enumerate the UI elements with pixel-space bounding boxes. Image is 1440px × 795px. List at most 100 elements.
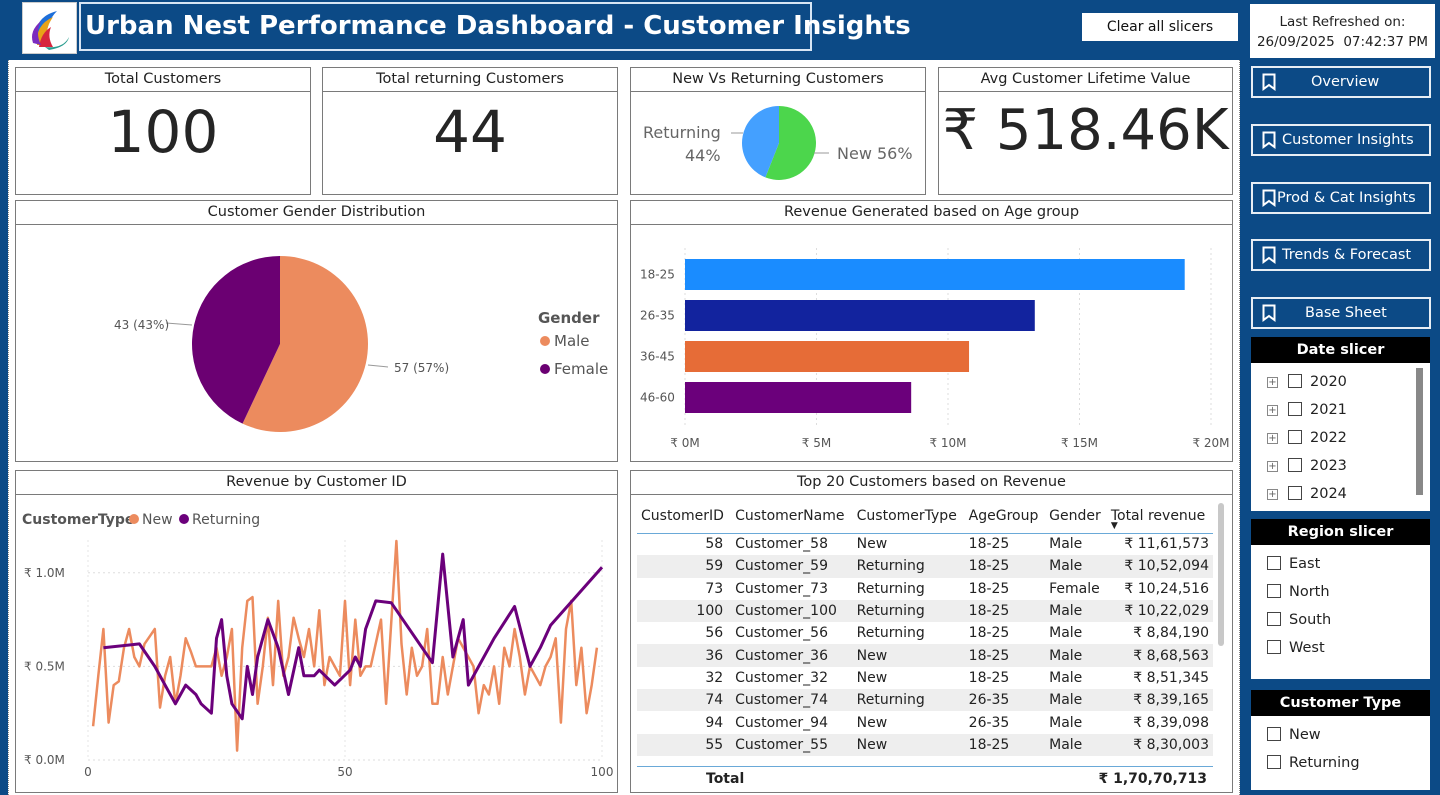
cell-customertype: New [856,536,888,553]
cell-agegroup: 18-25 [964,599,1046,623]
date-slicer-item-2024[interactable]: +2024 [1267,486,1347,502]
nav-customer-insights-button[interactable]: Customer Insights [1251,124,1431,156]
cell-customertype: New [856,669,888,686]
table-row[interactable]: 94 Customer_94 New 26-35 Male ₹ 8,39,098 [637,711,1213,733]
table-row[interactable]: 55 Customer_55 New 18-25 Male ₹ 8,30,003 [637,733,1213,756]
expand-icon[interactable]: + [1267,461,1278,472]
checkbox[interactable] [1267,640,1281,654]
expand-icon[interactable]: + [1267,405,1278,416]
col-header-total-revenue[interactable]: Total revenue ▼ [1107,499,1213,533]
col-header-customername[interactable]: CustomerName [731,499,852,533]
col-header-customerid[interactable]: CustomerID [637,499,731,533]
cell-gender: Female [1049,580,1100,597]
cell-customername: Customer_74 [731,689,853,712]
checkbox[interactable] [1267,584,1281,598]
kpi-title: Avg Customer Lifetime Value [939,68,1232,92]
bar-26-35[interactable] [685,300,1035,331]
customer-type-slicer: Customer Type New Returning [1251,690,1430,790]
cell-customerid: 94 [705,714,724,731]
bar-18-25[interactable] [685,259,1185,290]
col-header-gender[interactable]: Gender [1045,499,1107,533]
cell-total-revenue: ₹ 8,84,190 [1133,625,1209,642]
nav-label: Customer Insights [1282,132,1414,148]
cell-customername: Customer_59 [731,555,853,578]
table-row[interactable]: 59 Customer_59 Returning 18-25 Male ₹ 10,52,0… [637,555,1213,578]
revenue-by-customer-card: Revenue by Customer ID CustomerType New … [15,470,618,793]
customer-type-item-returning[interactable]: Returning [1267,755,1360,771]
date-slicer-item-2021[interactable]: +2021 [1267,402,1347,418]
age-group-revenue-card: Revenue Generated based on Age group ₹ 0… [630,200,1233,462]
checkbox[interactable] [1288,374,1302,388]
table-title: Top 20 Customers based on Revenue [631,471,1232,495]
region-slicer-item-west[interactable]: West [1267,640,1325,656]
cell-customerid: 58 [705,536,724,553]
logo [22,2,77,54]
expand-icon[interactable]: + [1267,433,1278,444]
bar-46-60[interactable] [685,382,912,413]
region-slicer-item-north[interactable]: North [1267,584,1330,600]
date-slicer-item-2022[interactable]: +2022 [1267,430,1347,446]
date-slicer-scrollbar[interactable] [1416,368,1423,495]
table-row[interactable]: 58 Customer_58 New 18-25 Male ₹ 11,61,573 [637,533,1213,555]
table-row[interactable]: 74 Customer_74 Returning 26-35 Male ₹ 8,39,16… [637,689,1213,712]
col-header-total-revenue-label: Total revenue [1110,507,1206,524]
cell-gender: Male [1045,555,1107,578]
cell-agegroup: 26-35 [968,714,1010,731]
cell-gender: Male [1049,625,1083,642]
cell-agegroup: 26-35 [964,689,1046,712]
checkbox[interactable] [1288,402,1302,416]
customer-type-item-new[interactable]: New [1267,727,1321,743]
nav-base-sheet-button[interactable]: Base Sheet [1251,297,1431,329]
nav-trends-forecast-button[interactable]: Trends & Forecast [1251,239,1431,271]
expand-icon[interactable]: + [1267,377,1278,388]
expand-icon[interactable]: + [1267,489,1278,500]
nav-overview-button[interactable]: Overview [1251,66,1431,98]
slicer-item-label: 2021 [1310,402,1347,418]
table-scrollbar[interactable] [1218,503,1224,646]
table-row[interactable]: 32 Customer_32 New 18-25 Male ₹ 8,51,345 [637,667,1213,689]
table-row[interactable]: 100 Customer_100 Returning 18-25 Male ₹ 10,22… [637,599,1213,623]
gender-label-female: 43 (43%) [114,318,169,332]
clear-slicers-button[interactable]: Clear all slicers [1082,13,1238,41]
cell-total-revenue: ₹ 8,30,003 [1106,733,1213,756]
cell-customername: Customer_36 [731,644,853,667]
cell-customerid: 36 [637,644,732,667]
checkbox[interactable] [1288,430,1302,444]
cell-agegroup: 18-25 [968,625,1010,642]
kpi-avg-clv: Avg Customer Lifetime Value ₹ 518.46K [938,67,1233,195]
gender-distribution-card: Customer Gender Distribution 43 (43%) 57… [15,200,618,462]
table-total-label: Total [706,771,745,787]
cell-customertype: Returning [856,580,925,597]
checkbox[interactable] [1267,755,1281,769]
pie-label-new: New 56% [837,144,913,163]
checkbox[interactable] [1267,612,1281,626]
checkbox[interactable] [1267,556,1281,570]
refresh-label: Last Refreshed on: [1279,14,1406,30]
cell-agegroup: 18-25 [964,644,1046,667]
date-slicer-item-2023[interactable]: +2023 [1267,458,1347,474]
checkbox[interactable] [1267,727,1281,741]
nav-label: Trends & Forecast [1282,247,1412,263]
cell-gender: Male [1049,669,1083,686]
checkbox[interactable] [1288,458,1302,472]
col-header-agegroup[interactable]: AgeGroup [965,499,1045,533]
checkbox[interactable] [1288,486,1302,500]
x-tick-label: ₹ 20M [1192,436,1229,450]
gender-label-male: 57 (57%) [394,361,449,375]
chart-title: Customer Gender Distribution [16,201,617,225]
region-slicer-item-south[interactable]: South [1267,612,1331,628]
table-row[interactable]: 73 Customer_73 Returning 18-25 Female ₹ 10,24… [637,578,1213,600]
bar-36-45[interactable] [685,341,970,372]
col-header-customertype[interactable]: CustomerType [853,499,965,533]
slicer-item-label: North [1289,584,1330,600]
date-slicer-item-2020[interactable]: +2020 [1267,374,1347,390]
nav-label: Overview [1311,74,1380,90]
gender-legend-title: Gender [538,309,600,327]
region-slicer-item-east[interactable]: East [1267,556,1320,572]
table-row[interactable]: 56 Customer_56 Returning 18-25 Male ₹ 8,84,19… [637,622,1213,644]
slicer-item-label: East [1289,556,1321,572]
cell-agegroup: 18-25 [964,733,1046,756]
slicer-item-label: 2023 [1310,458,1347,474]
nav-prod-cat-insights-button[interactable]: Prod & Cat Insights [1251,182,1431,214]
table-row[interactable]: 36 Customer_36 New 18-25 Male ₹ 8,68,563 [637,644,1213,667]
